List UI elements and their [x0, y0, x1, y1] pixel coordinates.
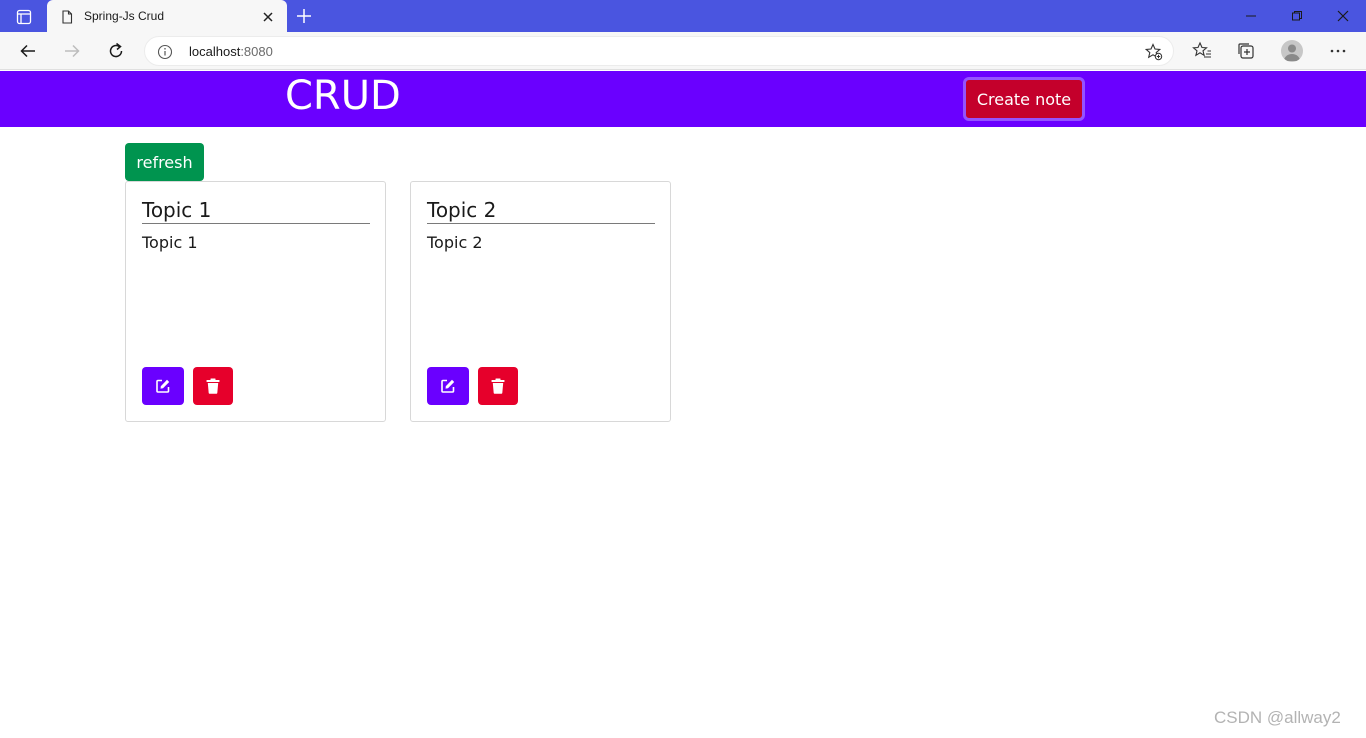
- watermark: CSDN @allway2: [1214, 708, 1341, 727]
- note-card: Topic 2 Topic 2: [410, 181, 671, 422]
- collections-icon[interactable]: [1236, 41, 1256, 61]
- url-port: :8080: [240, 44, 273, 59]
- more-icon[interactable]: [1328, 41, 1348, 61]
- restore-icon[interactable]: [1274, 0, 1320, 32]
- avatar-icon[interactable]: [1281, 40, 1303, 62]
- create-note-button[interactable]: Create note: [963, 77, 1085, 121]
- refresh-button[interactable]: refresh: [125, 143, 204, 181]
- minimize-icon[interactable]: [1228, 0, 1274, 32]
- tab-actions-icon[interactable]: [8, 6, 40, 28]
- tab-title: Spring-Js Crud: [84, 9, 165, 23]
- arrow-left-icon[interactable]: [16, 40, 40, 62]
- url-text[interactable]: localhost:8080: [189, 44, 273, 59]
- browser-tab-bar: Spring-Js Crud: [0, 0, 1366, 32]
- trash-icon: [206, 378, 220, 394]
- note-card: Topic 1 Topic 1: [125, 181, 386, 422]
- page-title: CRUD: [285, 73, 401, 119]
- note-body: Topic 2: [427, 233, 483, 252]
- url-host: localhost: [189, 44, 241, 59]
- info-icon[interactable]: [157, 44, 173, 60]
- note-title: Topic 1: [142, 198, 370, 224]
- address-bar[interactable]: localhost:8080: [144, 36, 1174, 66]
- close-icon[interactable]: [1320, 0, 1366, 32]
- delete-note-button[interactable]: [193, 367, 233, 405]
- edit-icon: [156, 379, 170, 393]
- app-header: [0, 71, 1366, 127]
- plus-icon[interactable]: [295, 7, 313, 25]
- note-body: Topic 1: [142, 233, 198, 252]
- browser-tab[interactable]: Spring-Js Crud: [47, 0, 287, 32]
- favorites-icon[interactable]: [1192, 41, 1212, 61]
- trash-icon: [491, 378, 505, 394]
- close-icon[interactable]: [261, 9, 275, 23]
- reload-icon[interactable]: [104, 40, 128, 62]
- edit-icon: [441, 379, 455, 393]
- star-plus-icon[interactable]: [1144, 43, 1163, 61]
- arrow-right-icon[interactable]: [60, 40, 84, 62]
- edit-note-button[interactable]: [427, 367, 469, 405]
- edit-note-button[interactable]: [142, 367, 184, 405]
- note-title: Topic 2: [427, 198, 655, 224]
- delete-note-button[interactable]: [478, 367, 518, 405]
- browser-toolbar: localhost:8080: [0, 32, 1366, 70]
- page-icon: [60, 9, 74, 24]
